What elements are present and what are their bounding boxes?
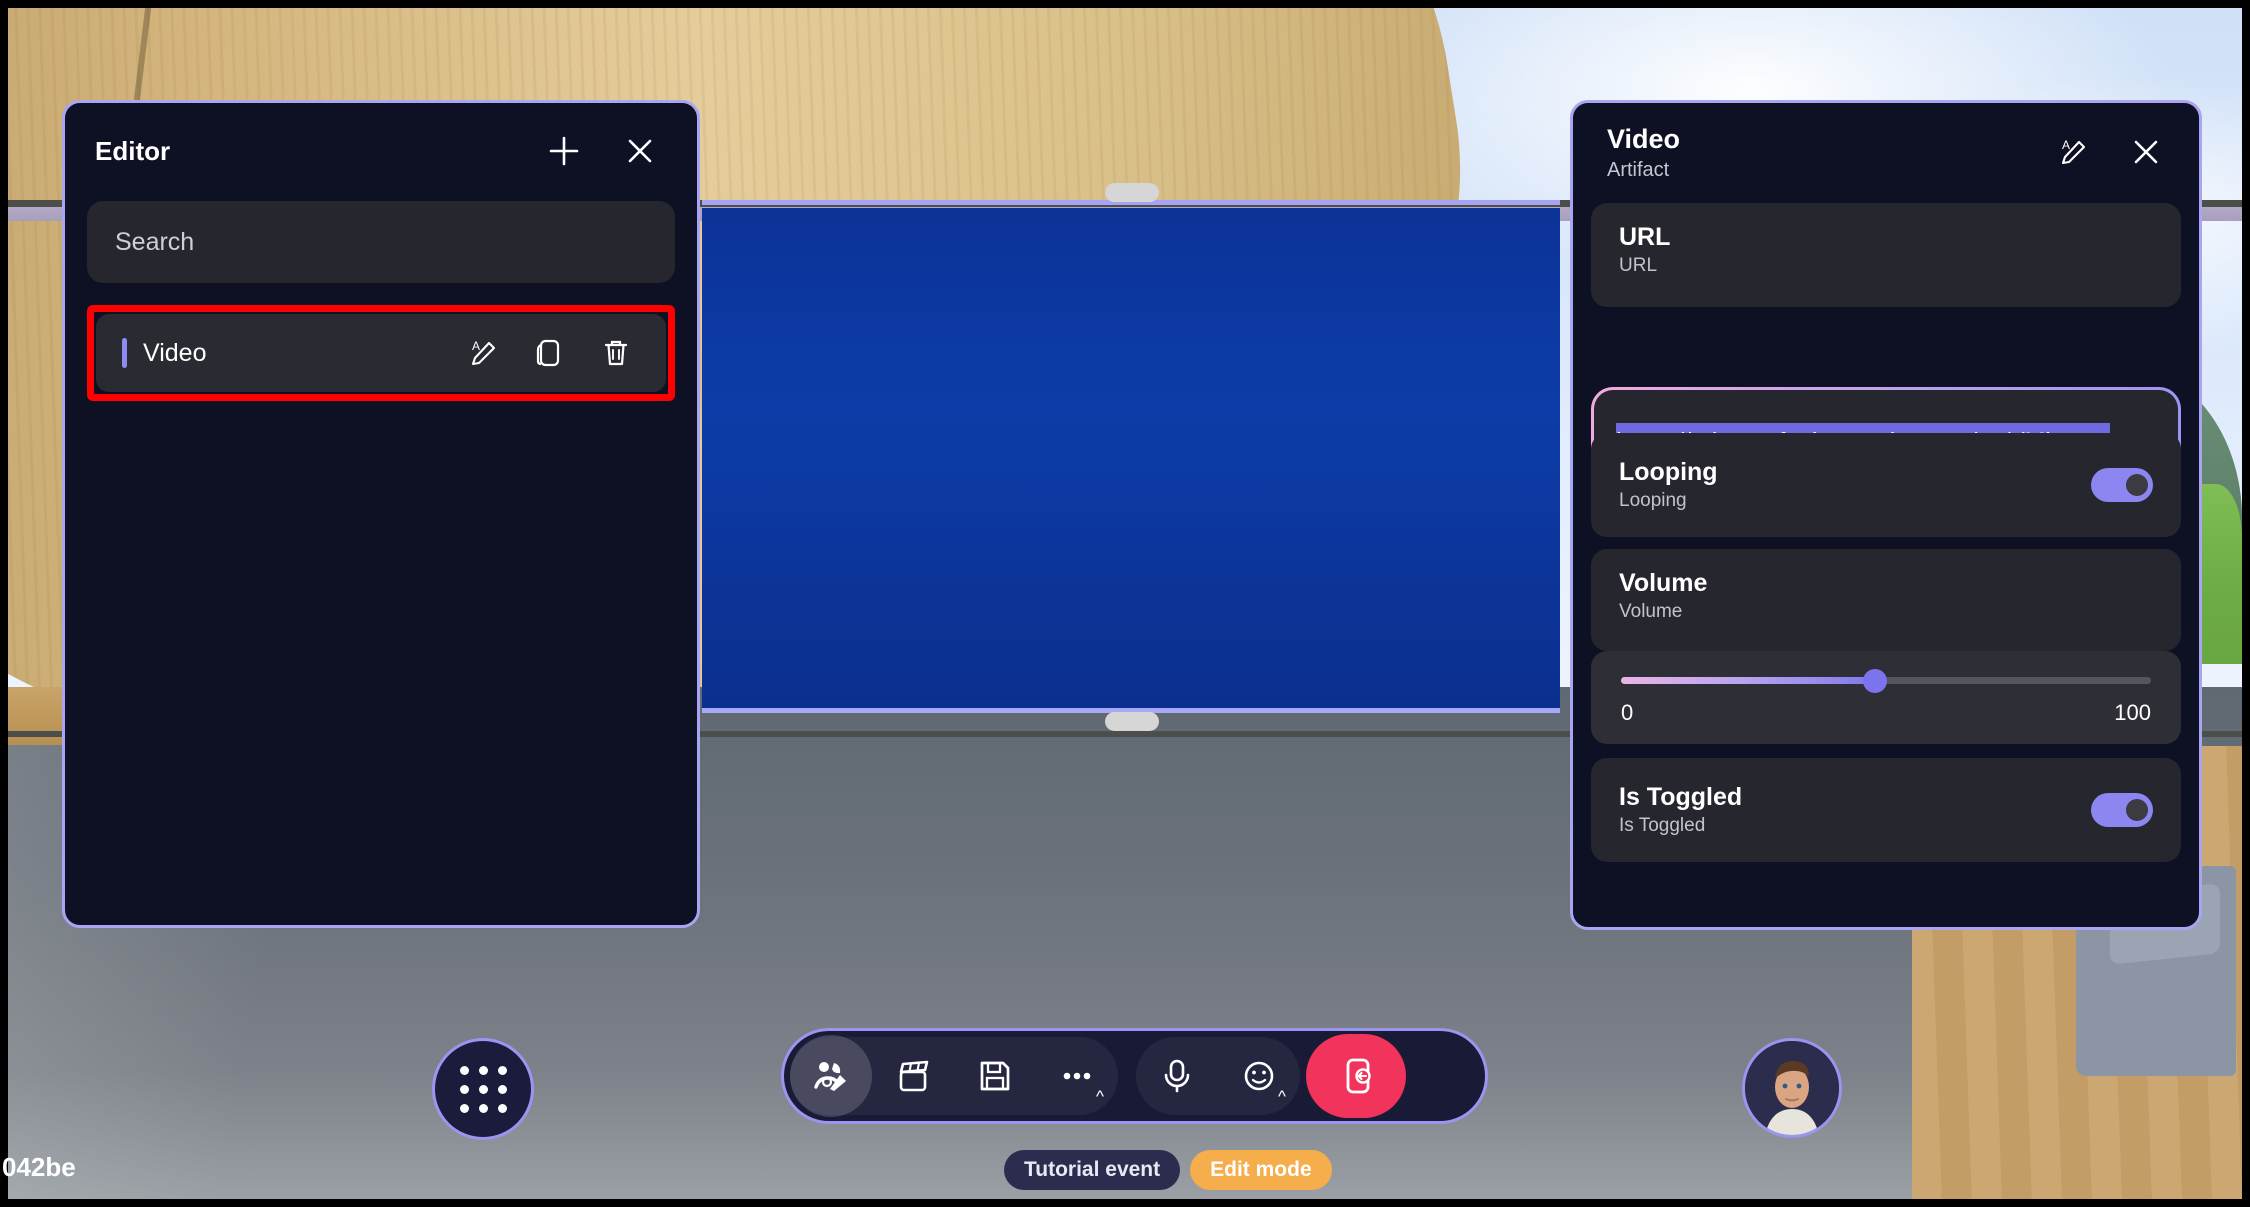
bottom-toolbar: ^ ^ xyxy=(781,1028,1488,1124)
volume-max-label: 100 xyxy=(2114,700,2151,725)
drag-handle-top[interactable] xyxy=(1105,183,1159,202)
volume-slider[interactable] xyxy=(1621,668,2151,693)
user-avatar[interactable] xyxy=(1742,1038,1842,1138)
artifact-header: Video Artifact A xyxy=(1573,103,2199,203)
toolbar-group-left: ^ xyxy=(790,1035,1118,1117)
chevron-up-icon: ^ xyxy=(1278,1087,1286,1106)
plus-icon[interactable] xyxy=(537,124,591,178)
status-badge-mode: Edit mode xyxy=(1190,1150,1332,1190)
url-section-title: URL xyxy=(1619,223,1671,251)
video-artifact-surface[interactable] xyxy=(702,208,1952,736)
volume-slider-fill xyxy=(1621,677,1876,684)
looping-toggle[interactable] xyxy=(2091,468,2153,502)
trash-icon[interactable] xyxy=(590,327,642,379)
drag-handle-bottom[interactable] xyxy=(1105,712,1159,731)
status-badge-event: Tutorial event xyxy=(1004,1150,1181,1190)
is-toggled-texts: Is Toggled Is Toggled xyxy=(1619,783,2091,837)
status-badges: Tutorial event Edit mode xyxy=(1004,1150,1332,1190)
search-input[interactable]: Search xyxy=(87,201,675,283)
volume-slider-knob[interactable] xyxy=(1863,668,1888,693)
svg-text:A: A xyxy=(472,339,480,353)
url-section: URL URL xyxy=(1591,203,2181,307)
session-id-text: 042be xyxy=(2,1152,76,1182)
editor-title: Editor xyxy=(95,135,171,166)
looping-subtitle: Looping xyxy=(1619,490,1687,511)
artifact-title: Video xyxy=(1607,124,1681,154)
item-accent-bar xyxy=(122,338,127,368)
toolbar-group-right: ^ xyxy=(1136,1037,1300,1115)
volume-slider-card: 0 100 xyxy=(1591,651,2181,744)
looping-section: Looping Looping xyxy=(1591,433,2181,537)
is-toggled-section: Is Toggled Is Toggled xyxy=(1591,758,2181,862)
microphone-icon[interactable] xyxy=(1136,1035,1218,1117)
looping-title: Looping xyxy=(1619,458,1718,486)
volume-min-label: 0 xyxy=(1621,700,1634,725)
selection-highlight: Video A xyxy=(87,305,675,401)
toggle-knob xyxy=(2126,799,2148,821)
leave-button[interactable] xyxy=(1306,1034,1406,1118)
volume-section: Volume Volume xyxy=(1591,549,2181,651)
svg-text:A: A xyxy=(2062,138,2070,152)
is-toggled-title: Is Toggled xyxy=(1619,783,1743,811)
edit-tools-button[interactable] xyxy=(790,1035,872,1117)
rename-icon[interactable]: A xyxy=(2047,125,2101,179)
list-item-label: Video xyxy=(143,338,207,367)
rename-icon[interactable]: A xyxy=(458,327,510,379)
chevron-up-icon: ^ xyxy=(1096,1087,1104,1106)
emoji-icon[interactable]: ^ xyxy=(1218,1035,1300,1117)
close-icon[interactable] xyxy=(613,124,667,178)
artifact-title-group: Video Artifact xyxy=(1607,124,2047,182)
artifact-list: Video A xyxy=(65,283,697,401)
toggle-knob xyxy=(2126,474,2148,496)
volume-title: Volume xyxy=(1619,569,1708,597)
close-icon[interactable] xyxy=(2119,125,2173,179)
duplicate-icon[interactable] xyxy=(524,327,576,379)
app-screen: Editor Search Video A Video Artifact A U… xyxy=(0,0,2250,1207)
clapperboard-icon[interactable] xyxy=(872,1035,954,1117)
more-button[interactable]: ^ xyxy=(1036,1035,1118,1117)
is-toggled-toggle[interactable] xyxy=(2091,793,2153,827)
artifact-subtitle: Artifact xyxy=(1607,158,1670,181)
list-item-video[interactable]: Video A xyxy=(96,314,666,392)
volume-subtitle: Volume xyxy=(1619,601,1683,622)
looping-texts: Looping Looping xyxy=(1619,458,2091,512)
is-toggled-subtitle: Is Toggled xyxy=(1619,815,1706,836)
artifact-properties-panel: Video Artifact A URL URL https://microso… xyxy=(1570,100,2202,930)
search-placeholder: Search xyxy=(115,227,195,256)
volume-slider-labels: 0 100 xyxy=(1621,700,2151,726)
editor-header: Editor xyxy=(65,103,697,199)
save-icon[interactable] xyxy=(954,1035,1036,1117)
editor-panel: Editor Search Video A xyxy=(62,100,700,928)
grid-apps-icon[interactable] xyxy=(432,1038,534,1140)
url-section-subtitle: URL xyxy=(1619,255,1658,276)
